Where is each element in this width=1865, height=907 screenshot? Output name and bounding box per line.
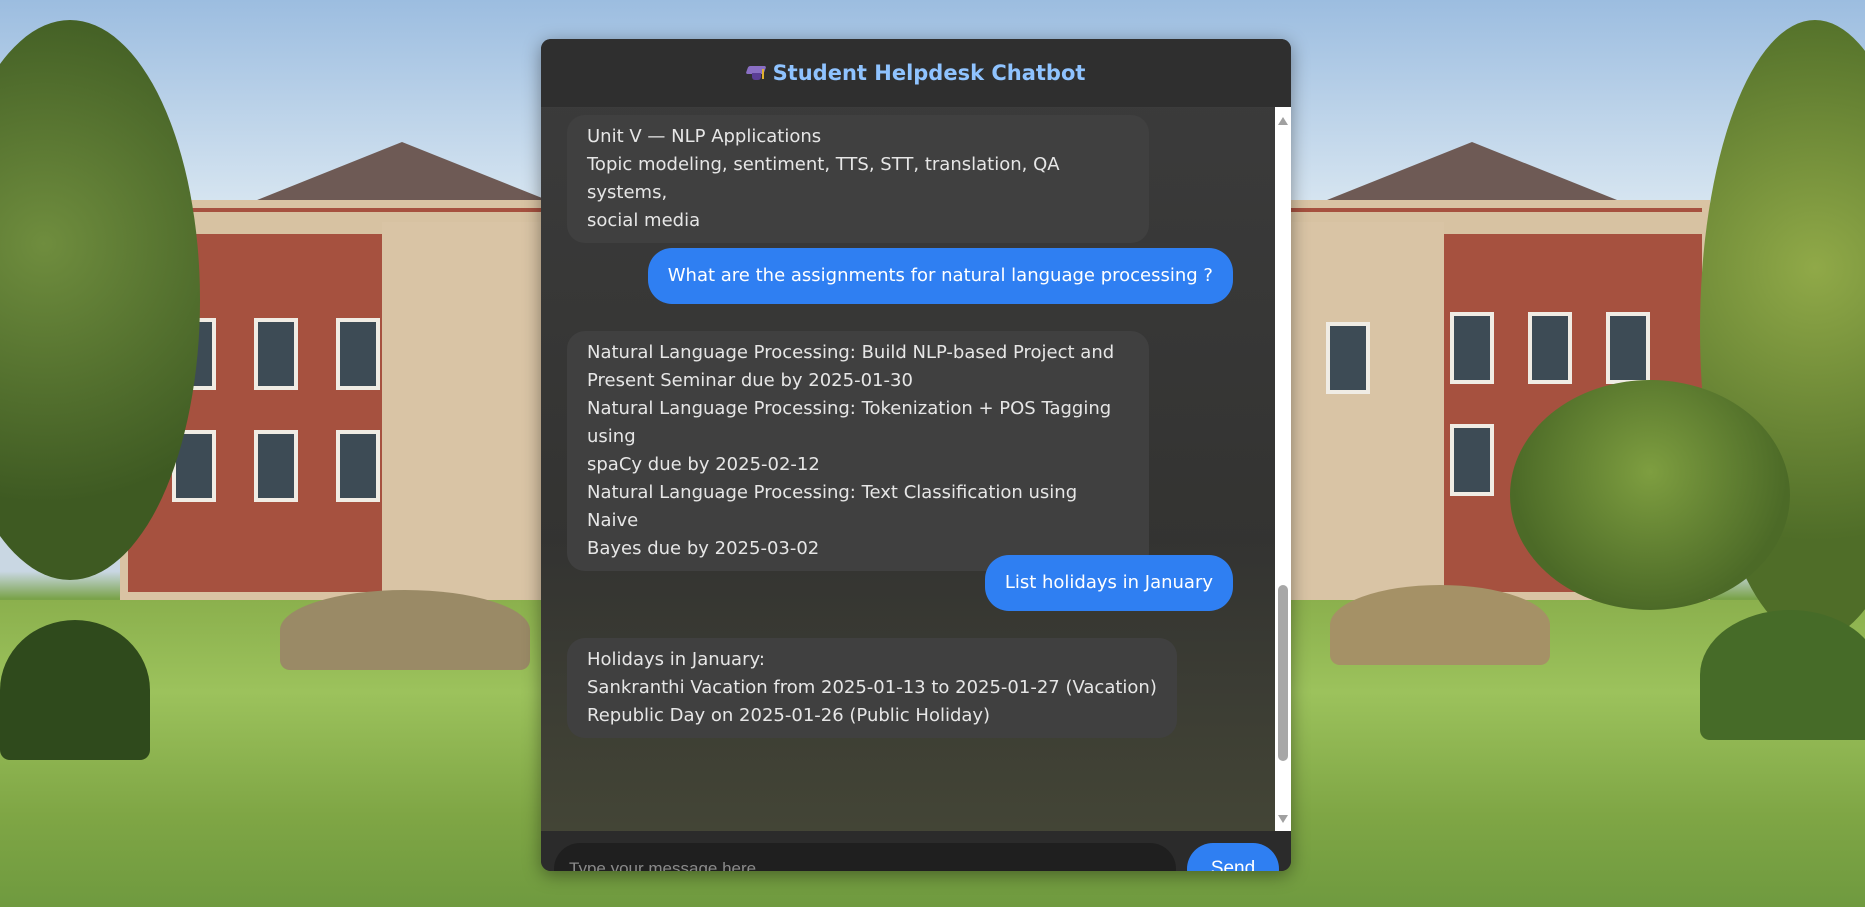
shrub (1330, 585, 1550, 665)
chat-title: Student Helpdesk Chatbot (772, 61, 1086, 85)
graduation-cap-icon (745, 64, 767, 82)
window (1606, 312, 1650, 384)
window (336, 318, 380, 390)
bot-message: Natural Language Processing: Build NLP-b… (567, 331, 1149, 571)
composer: Send (541, 831, 1291, 871)
user-message: List holidays in January (984, 555, 1233, 611)
bot-message: Holidays in January: Sankranthi Vacation… (567, 638, 1177, 738)
window (254, 318, 298, 390)
message-list: Unit V — NLP Applications Topic modeling… (541, 107, 1275, 831)
chat-window: Student Helpdesk Chatbot Unit V — NLP Ap… (541, 39, 1291, 871)
hedge (1700, 610, 1865, 740)
window (254, 430, 298, 502)
window (1326, 322, 1370, 394)
tree (1510, 380, 1790, 610)
window (1528, 312, 1572, 384)
message-input[interactable] (554, 843, 1176, 871)
window (1450, 424, 1494, 496)
send-button[interactable]: Send (1187, 843, 1279, 871)
hedge (0, 620, 150, 760)
scrollbar[interactable] (1275, 107, 1291, 831)
scroll-down-arrow-icon[interactable] (1278, 815, 1288, 823)
chat-header: Student Helpdesk Chatbot (541, 39, 1291, 108)
entrance-left (382, 222, 542, 600)
scroll-up-arrow-icon[interactable] (1278, 117, 1288, 125)
message-area[interactable]: Unit V — NLP Applications Topic modeling… (541, 107, 1291, 831)
window (336, 430, 380, 502)
entrance-right (1284, 222, 1444, 600)
bot-message: Unit V — NLP Applications Topic modeling… (567, 115, 1149, 243)
user-message: What are the assignments for natural lan… (647, 248, 1233, 304)
window (1450, 312, 1494, 384)
scrollbar-thumb[interactable] (1278, 585, 1288, 761)
shrub (280, 590, 530, 670)
